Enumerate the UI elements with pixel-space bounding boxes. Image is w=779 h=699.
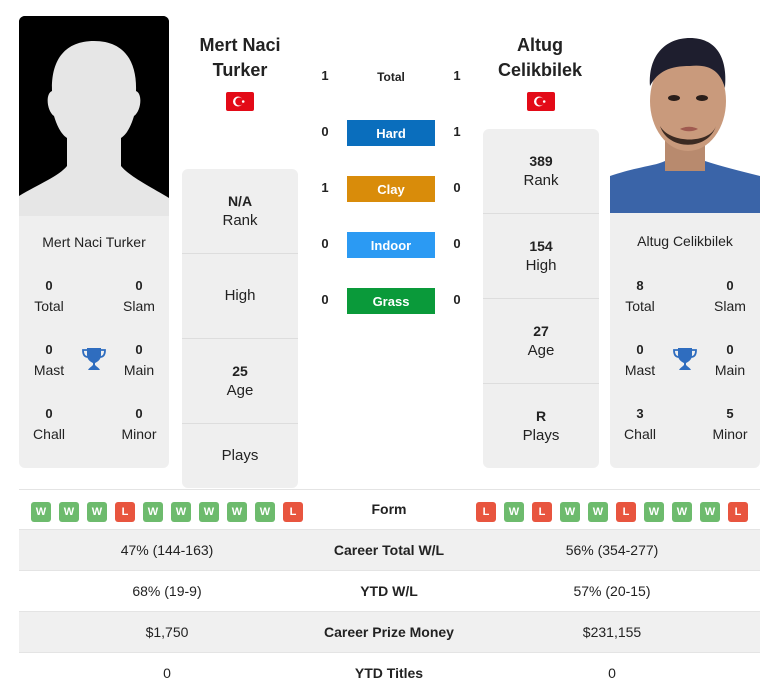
surface-grass[interactable]: Grass <box>347 288 435 314</box>
form-badge-win[interactable]: W <box>560 502 580 522</box>
surface-hard[interactable]: Hard <box>347 120 435 146</box>
form-badge-win[interactable]: W <box>255 502 275 522</box>
form-badge-win[interactable]: W <box>87 502 107 522</box>
form-badge-loss[interactable]: L <box>115 502 135 522</box>
player2-chall: 3 Chall <box>624 406 656 442</box>
player2-card: Altug Celikbilek 8 Total 0 Slam 0 Mast 0… <box>610 213 760 468</box>
h2h-clay-p2: 0 <box>453 180 461 195</box>
form-badge-loss[interactable]: L <box>616 502 636 522</box>
h2h-clay-p1: 1 <box>321 180 329 195</box>
player1-rank: N/A Rank <box>182 169 298 254</box>
h2h-hard-p1: 0 <box>321 124 329 139</box>
comparison-row-ytd-wl: 68% (19-9) YTD W/L 57% (20-15) <box>19 571 760 612</box>
h2h-total-label: Total <box>377 70 405 84</box>
surface-indoor[interactable]: Indoor <box>347 232 435 258</box>
player1-chall: 0 Chall <box>33 406 65 442</box>
player2-photo <box>610 16 760 213</box>
player1-main: 0 Main <box>123 342 155 378</box>
player2-minor: 5 Minor <box>712 406 748 442</box>
player1-slam: 0 Slam <box>123 278 155 314</box>
player1-high: High <box>182 254 298 339</box>
h2h-total-p2: 1 <box>453 68 461 83</box>
player2-main: 0 Main <box>714 342 746 378</box>
form-badge-win[interactable]: W <box>672 502 692 522</box>
player-photo-icon <box>610 16 760 213</box>
player1-plays: Plays <box>221 447 259 464</box>
player2-age: 27 Age <box>483 299 599 384</box>
player2-mast: 0 Mast <box>624 342 656 378</box>
form-badge-win[interactable]: W <box>171 502 191 522</box>
player2-plays: R Plays <box>522 408 560 444</box>
player1-minor: 0 Minor <box>121 406 157 442</box>
form-badge-win[interactable]: W <box>143 502 163 522</box>
h2h-hard-p2: 1 <box>453 124 461 139</box>
player2-info: 389 Rank 154 High 27 Age R Plays <box>483 129 599 468</box>
comparison-row-career-wl: 47% (144-163) Career Total W/L 56% (354-… <box>19 530 760 571</box>
silhouette-icon <box>19 16 169 216</box>
player1-mast: 0 Mast <box>33 342 65 378</box>
player2-slam: 0 Slam <box>714 278 746 314</box>
comparison-row-ytd-titles: 0 YTD Titles 0 <box>163 665 616 681</box>
form-badge-win[interactable]: W <box>700 502 720 522</box>
form-badge-loss[interactable]: L <box>532 502 552 522</box>
turkey-flag-icon <box>527 92 555 111</box>
player1-card: Mert Naci Turker 0 Total 0 Slam 0 Mast 0… <box>19 216 169 468</box>
surface-clay[interactable]: Clay <box>347 176 435 202</box>
form-badge-win[interactable]: W <box>644 502 664 522</box>
form-badge-loss[interactable]: L <box>283 502 303 522</box>
h2h-grass-p2: 0 <box>453 292 461 307</box>
form-badge-win[interactable]: W <box>227 502 247 522</box>
h2h-indoor-p2: 0 <box>453 236 461 251</box>
form-label: Form <box>371 501 407 517</box>
form-badge-win[interactable]: W <box>199 502 219 522</box>
form-badge-win[interactable]: W <box>504 502 524 522</box>
h2h-grass-p1: 0 <box>321 292 329 307</box>
player2-rank: 389 Rank <box>483 129 599 214</box>
form-badge-win[interactable]: W <box>31 502 51 522</box>
form-badge-loss[interactable]: L <box>728 502 748 522</box>
player2-heading[interactable]: Altug Celikbilek <box>470 33 610 83</box>
player1-name: Mert Naci Turker <box>42 234 146 250</box>
player1-info: N/A Rank High 25 Age Plays <box>182 169 298 488</box>
trophy-icon <box>82 346 106 372</box>
form-badge-loss[interactable]: L <box>476 502 496 522</box>
form-badge-win[interactable]: W <box>59 502 79 522</box>
h2h-indoor-p1: 0 <box>321 236 329 251</box>
player2-name: Altug Celikbilek <box>637 233 733 249</box>
form-row: WWWLWWWWWL Form LWLWWLWWWL <box>19 489 760 530</box>
h2h-total-p1: 1 <box>321 68 329 83</box>
player1-photo <box>19 16 169 216</box>
trophy-icon <box>673 346 697 372</box>
player2-high: 154 High <box>483 214 599 299</box>
comparison-row-prize-money: $1,750 Career Prize Money $231,155 <box>19 612 760 653</box>
player1-heading[interactable]: Mert Naci Turker <box>170 33 310 83</box>
player1-total: 0 Total <box>34 278 64 314</box>
turkey-flag-icon <box>226 92 254 111</box>
player2-total: 8 Total <box>625 278 655 314</box>
player1-age: 25 Age <box>182 339 298 424</box>
form-badge-win[interactable]: W <box>588 502 608 522</box>
